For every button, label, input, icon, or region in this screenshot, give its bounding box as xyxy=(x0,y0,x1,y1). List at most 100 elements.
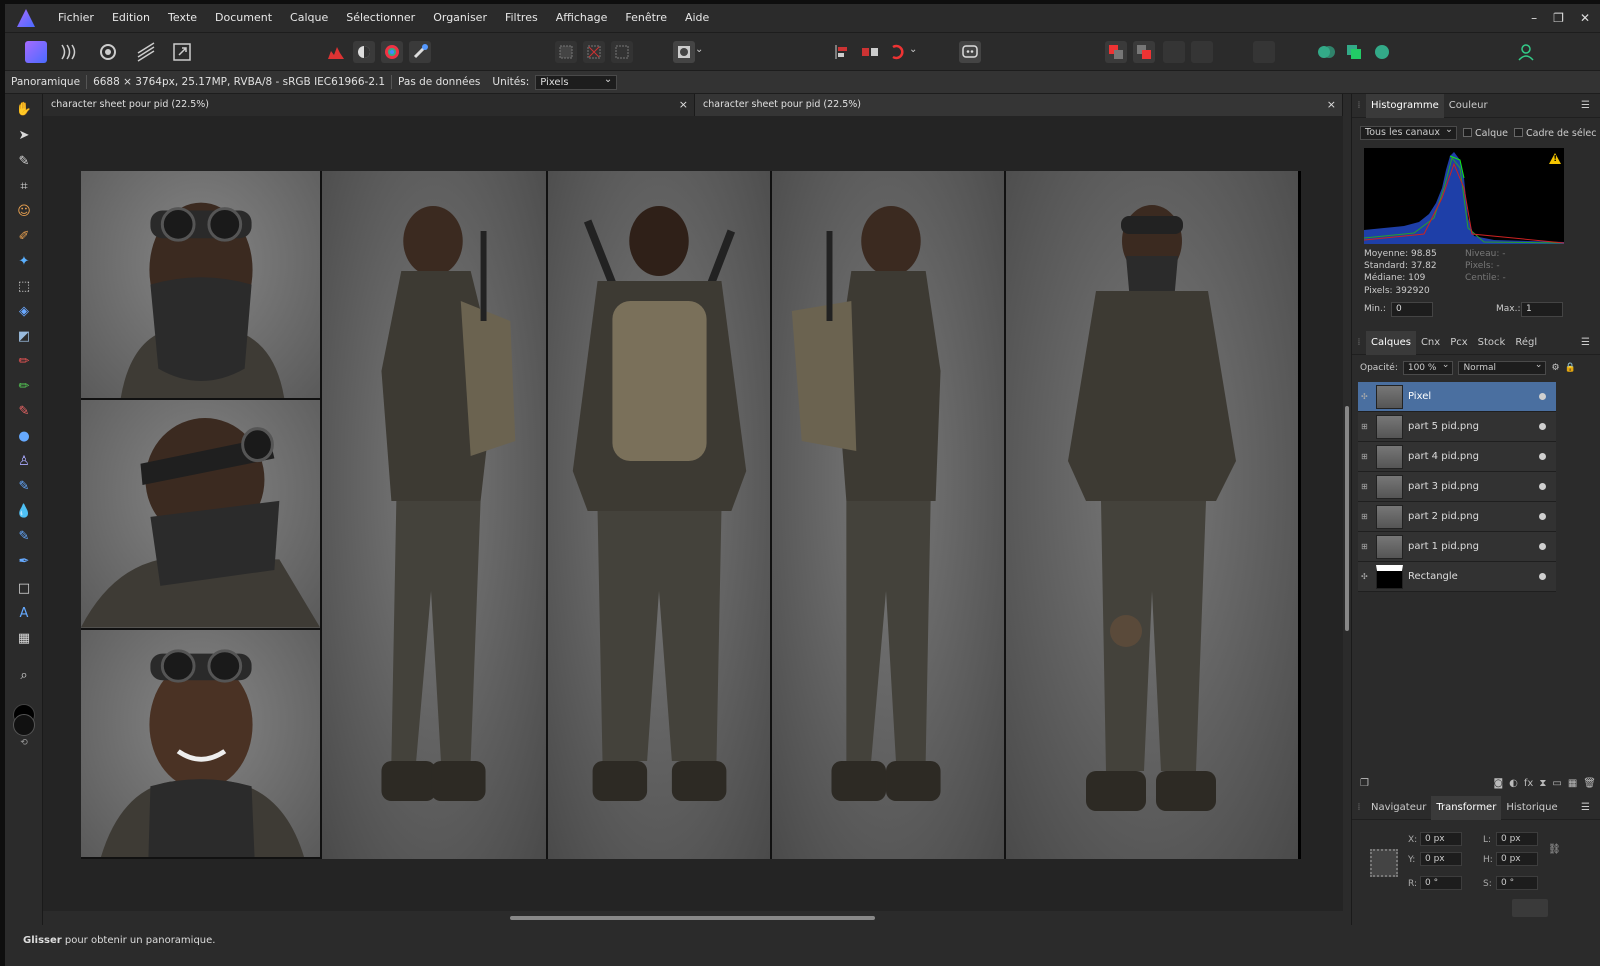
menu-calque[interactable]: Calque xyxy=(281,4,337,32)
horizontal-scrollbar[interactable] xyxy=(43,911,1343,925)
layer-group-icon[interactable]: ❐ xyxy=(1360,778,1369,794)
expand-icon[interactable]: ⊞ xyxy=(1361,512,1371,521)
paint-brush-icon[interactable]: ✏ xyxy=(15,352,33,370)
liquify-persona-icon[interactable] xyxy=(57,41,79,63)
lock-icon[interactable]: 🔒 xyxy=(1565,363,1576,373)
blur-tool-icon[interactable]: 💧 xyxy=(15,502,33,520)
select-all-icon[interactable] xyxy=(555,41,577,63)
panel-menu-icon[interactable]: ☰ xyxy=(1576,100,1595,111)
user-account-icon[interactable] xyxy=(1515,41,1537,63)
tab-calques[interactable]: Calques xyxy=(1366,330,1416,355)
invert-selection-icon[interactable] xyxy=(611,41,633,63)
opacity-select[interactable]: 100 % xyxy=(1402,359,1454,375)
boolean-intersect-icon[interactable] xyxy=(1371,41,1393,63)
menu-selectionner[interactable]: Sélectionner xyxy=(337,4,424,32)
face-tool-icon[interactable]: ☺ xyxy=(15,202,33,220)
smudge-tool-icon[interactable]: ✎ xyxy=(15,527,33,545)
flood-fill-icon[interactable]: ◈ xyxy=(15,302,33,320)
restore-button[interactable]: ❐ xyxy=(1553,4,1564,32)
gradient-tool-icon[interactable]: ◩ xyxy=(15,327,33,345)
height-input[interactable]: 0 px xyxy=(1496,852,1538,866)
tab-navigateur[interactable]: Navigateur xyxy=(1366,802,1431,813)
pen-tool-icon[interactable]: ✒ xyxy=(15,552,33,570)
document-info[interactable]: 6688 × 3764px, 25.17MP, RVBA/8 - sRGB IE… xyxy=(87,76,391,88)
move-tool-icon[interactable]: ➤ xyxy=(15,126,33,144)
mask-layer-icon[interactable]: ◙ xyxy=(1493,778,1503,794)
panel-grip-icon[interactable]: ⁞ xyxy=(1352,100,1366,111)
menu-filtres[interactable]: Filtres xyxy=(496,4,547,32)
erase-brush-icon[interactable]: ✎ xyxy=(15,402,33,420)
link-icon[interactable]: ⛓ xyxy=(1548,844,1561,855)
menu-texte[interactable]: Texte xyxy=(159,4,206,32)
metadata-status[interactable]: Pas de données xyxy=(392,76,486,88)
menu-document[interactable]: Document xyxy=(206,4,281,32)
tab-document-1[interactable]: character sheet pour pid (22.5%) × xyxy=(43,94,695,116)
adjustment-layer-icon[interactable]: ◐ xyxy=(1509,778,1518,794)
photo-persona-icon[interactable] xyxy=(25,41,47,63)
tab-pcx[interactable]: Pcx xyxy=(1445,337,1472,348)
develop-persona-icon[interactable] xyxy=(97,41,119,63)
arrange-back-icon[interactable] xyxy=(1105,41,1127,63)
panel-menu-icon[interactable]: ☰ xyxy=(1576,337,1595,348)
secondary-color-swatch[interactable] xyxy=(13,714,35,736)
layer-row[interactable]: ✣ Pixel xyxy=(1358,382,1556,412)
horizontal-scroll-thumb[interactable] xyxy=(510,916,875,920)
quick-mask-dropdown-icon[interactable]: ⌄ xyxy=(695,41,707,63)
shear-input[interactable]: 0 ° xyxy=(1496,876,1538,890)
pixel-tool-icon[interactable]: ✏ xyxy=(15,377,33,395)
menu-organiser[interactable]: Organiser xyxy=(424,4,496,32)
layer-row[interactable]: ⊞ part 4 pid.png xyxy=(1358,442,1556,472)
auto-contrast-icon[interactable] xyxy=(353,41,375,63)
marquee-tool-icon[interactable]: ⬚ xyxy=(15,277,33,295)
rotation-input[interactable]: 0 ° xyxy=(1420,876,1462,890)
auto-colors-icon[interactable] xyxy=(381,41,403,63)
rectangle-tool-icon[interactable]: □ xyxy=(15,579,33,597)
document-canvas[interactable] xyxy=(81,171,1301,859)
distribute-icon[interactable] xyxy=(859,41,881,63)
x-input[interactable]: 0 px xyxy=(1420,832,1462,846)
visibility-toggle[interactable] xyxy=(1539,573,1546,580)
visibility-toggle[interactable] xyxy=(1539,483,1546,490)
text-tool-icon[interactable]: A xyxy=(15,604,33,622)
visibility-toggle[interactable] xyxy=(1539,543,1546,550)
visibility-toggle[interactable] xyxy=(1539,513,1546,520)
zoom-tool-icon[interactable]: ⌕ xyxy=(15,666,33,684)
live-filter-icon[interactable]: fx xyxy=(1524,778,1533,794)
vertical-scroll-thumb[interactable] xyxy=(1345,406,1349,631)
max-input[interactable]: 1 xyxy=(1521,302,1563,317)
tab-regl[interactable]: Régl xyxy=(1510,337,1542,348)
visibility-toggle[interactable] xyxy=(1539,423,1546,430)
arrange-front-icon[interactable] xyxy=(1133,41,1155,63)
arrange-forward-icon[interactable] xyxy=(1163,41,1185,63)
swap-colors-icon[interactable]: ⟲ xyxy=(15,734,33,752)
align-icon[interactable] xyxy=(831,41,853,63)
menu-affichage[interactable]: Affichage xyxy=(547,4,617,32)
auto-white-balance-icon[interactable] xyxy=(409,41,431,63)
add-group-icon[interactable]: ▭ xyxy=(1552,778,1561,794)
close-tab-icon[interactable]: × xyxy=(1327,94,1336,116)
y-input[interactable]: 0 px xyxy=(1420,852,1462,866)
align-disabled-icon[interactable] xyxy=(1253,41,1275,63)
layer-row[interactable]: ⊞ part 1 pid.png xyxy=(1358,532,1556,562)
layer-row[interactable]: ⊞ part 5 pid.png xyxy=(1358,412,1556,442)
filter-icon[interactable]: ⧗ xyxy=(1539,778,1546,794)
blend-mode-select[interactable]: Normal xyxy=(1458,359,1547,375)
boolean-subtract-icon[interactable] xyxy=(1343,41,1365,63)
menu-fenetre[interactable]: Fenêtre xyxy=(616,4,676,32)
layer-row[interactable]: ✣ Rectangle xyxy=(1358,562,1556,592)
tab-couleur[interactable]: Couleur xyxy=(1444,100,1493,111)
panel-grip-icon[interactable]: ⁞ xyxy=(1352,802,1366,813)
menu-aide[interactable]: Aide xyxy=(676,4,718,32)
channel-select[interactable]: Tous les canaux xyxy=(1360,124,1457,140)
selection-brush-icon[interactable]: ✐ xyxy=(15,227,33,245)
expand-icon[interactable]: ⊞ xyxy=(1361,422,1371,431)
layer-row[interactable]: ⊞ part 3 pid.png xyxy=(1358,472,1556,502)
minimize-button[interactable]: – xyxy=(1531,4,1537,32)
tab-histogram[interactable]: Histogramme xyxy=(1366,93,1444,118)
expand-icon[interactable]: ⊞ xyxy=(1361,452,1371,461)
delete-layer-icon[interactable]: 🗑 xyxy=(1583,778,1596,794)
quick-mask-icon[interactable] xyxy=(673,41,695,63)
panel-menu-icon[interactable]: ☰ xyxy=(1576,802,1595,813)
units-select[interactable]: Pixels xyxy=(535,73,618,90)
tab-stock[interactable]: Stock xyxy=(1473,337,1511,348)
